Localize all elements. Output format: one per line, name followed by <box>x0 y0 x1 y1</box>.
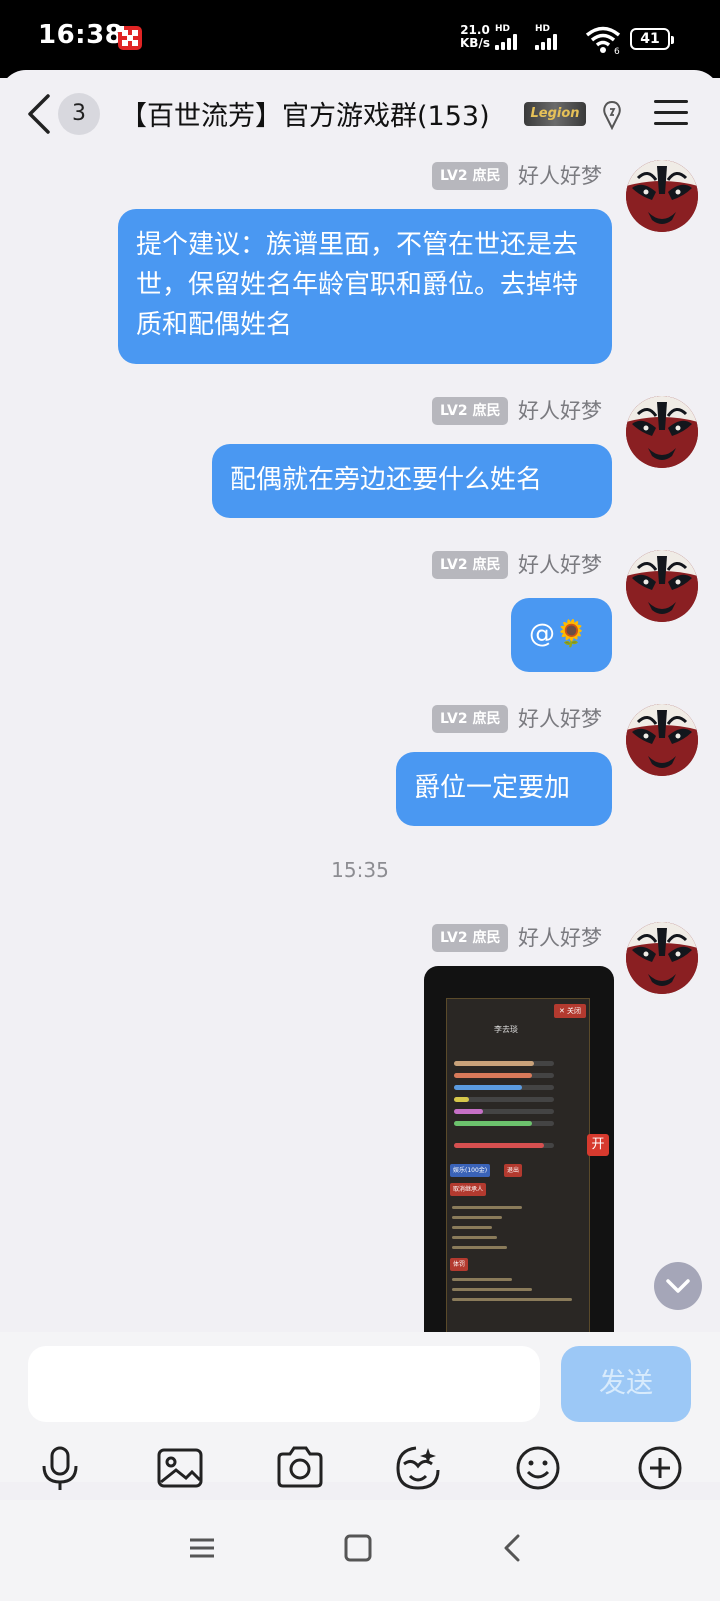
text-line <box>452 1206 522 1209</box>
level-badge: LV2 庶民 <box>432 397 509 425</box>
screenshot-exit-button: 退出 <box>504 1164 523 1177</box>
text-line <box>452 1226 492 1229</box>
stat-bar <box>454 1061 554 1066</box>
microphone-icon[interactable] <box>34 1442 86 1494</box>
level-badge: LV2 庶民 <box>432 705 509 733</box>
message-bubble[interactable]: @🌻 <box>511 598 612 672</box>
stat-bar <box>454 1143 554 1148</box>
message-input[interactable] <box>28 1346 540 1422</box>
wifi-icon: 6 <box>585 26 621 54</box>
text-line <box>452 1288 532 1291</box>
text-line <box>452 1278 512 1281</box>
message-meta: LV2 庶民 好人好梦 <box>432 705 612 733</box>
level-badge: LV2 庶民 <box>432 162 509 190</box>
emoji-icon[interactable] <box>512 1442 564 1494</box>
avatar[interactable] <box>626 922 698 994</box>
screenshot-punish-button: 体罚 <box>450 1258 469 1271</box>
app-notification-icon <box>118 26 142 50</box>
screenshot-entertain-button: 娱乐(100金) <box>450 1164 491 1177</box>
image-message-thumbnail[interactable]: ✕ 关闭 李去琰 娱乐(100金) 退出 取消继承人 体罚 <box>424 966 614 1334</box>
opera-mask-icon <box>626 922 698 994</box>
text-line <box>452 1246 507 1249</box>
scroll-down-button[interactable] <box>654 1262 702 1310</box>
text-line <box>452 1298 572 1301</box>
avatar[interactable] <box>626 396 698 468</box>
sticker-icon[interactable] <box>392 1442 444 1494</box>
stat-bar <box>454 1097 554 1102</box>
text-line <box>452 1236 497 1239</box>
opera-mask-icon <box>626 396 698 468</box>
group-tag-icon[interactable] <box>600 100 624 130</box>
chat-screen: 16:38 21.0 KB/s HD HD 6 41 3 【百世流芳】官方游戏群… <box>0 0 720 1601</box>
stat-bar <box>454 1121 554 1126</box>
chevron-down-icon <box>666 1279 690 1293</box>
screenshot-cancel-heir-button: 取消继承人 <box>450 1183 487 1196</box>
input-area: 发送 <box>0 1332 720 1482</box>
level-badge: LV2 庶民 <box>432 551 509 579</box>
back-nav-icon[interactable] <box>494 1528 534 1568</box>
stat-bar <box>454 1109 554 1114</box>
group-title[interactable]: 【百世流芳】官方游戏群(153) <box>120 94 490 133</box>
unread-count-badge[interactable]: 3 <box>58 93 100 135</box>
recent-apps-icon[interactable] <box>182 1528 222 1568</box>
opera-mask-icon <box>626 160 698 232</box>
legion-badge-icon[interactable]: Legion <box>524 102 586 126</box>
message-meta: LV2 庶民 好人好梦 <box>432 162 612 190</box>
camera-icon[interactable] <box>274 1442 326 1494</box>
sender-name[interactable]: 好人好梦 <box>518 924 602 952</box>
opera-mask-icon <box>626 550 698 622</box>
image-icon[interactable] <box>154 1442 206 1494</box>
message-bubble[interactable]: 配偶就在旁边还要什么姓名 <box>212 444 612 518</box>
level-badge: LV2 庶民 <box>432 924 509 952</box>
home-icon[interactable] <box>338 1528 378 1568</box>
menu-icon[interactable] <box>654 98 688 128</box>
system-nav-bar <box>0 1500 720 1601</box>
status-bar: 16:38 21.0 KB/s HD HD 6 41 <box>0 0 720 78</box>
stat-bar <box>454 1073 554 1078</box>
chat-header: 3 【百世流芳】官方游戏群(153) Legion <box>0 70 720 160</box>
message-meta: LV2 庶民 好人好梦 <box>432 397 612 425</box>
avatar[interactable] <box>626 550 698 622</box>
message-timestamp: 15:35 <box>331 858 389 882</box>
screenshot-character-name: 李去琰 <box>494 1025 518 1034</box>
message-meta: LV2 庶民 好人好梦 <box>432 551 612 579</box>
clock: 16:38 <box>38 20 124 50</box>
sender-name[interactable]: 好人好梦 <box>518 397 602 425</box>
back-arrow-icon[interactable] <box>22 92 62 136</box>
avatar[interactable] <box>626 704 698 776</box>
sender-name[interactable]: 好人好梦 <box>518 551 602 579</box>
message-bubble[interactable]: 爵位一定要加 <box>396 752 612 826</box>
sender-name[interactable]: 好人好梦 <box>518 705 602 733</box>
message-meta: LV2 庶民 好人好梦 <box>432 924 612 952</box>
svg-text:6: 6 <box>614 47 620 54</box>
battery-icon: 41 <box>630 28 674 50</box>
opera-mask-icon <box>626 704 698 776</box>
screenshot-close-label: ✕ 关闭 <box>554 1004 586 1018</box>
avatar[interactable] <box>626 160 698 232</box>
plus-icon[interactable] <box>634 1442 686 1494</box>
network-speed: 21.0 KB/s <box>460 23 490 50</box>
send-button[interactable]: 发送 <box>561 1346 691 1422</box>
stat-bar <box>454 1085 554 1090</box>
screenshot-open-tag: 开 <box>587 1134 609 1156</box>
sender-name[interactable]: 好人好梦 <box>518 162 602 190</box>
message-bubble[interactable]: 提个建议：族谱里面，不管在世还是去世，保留姓名年龄官职和爵位。去掉特质和配偶姓名 <box>118 209 612 364</box>
text-line <box>452 1216 502 1219</box>
